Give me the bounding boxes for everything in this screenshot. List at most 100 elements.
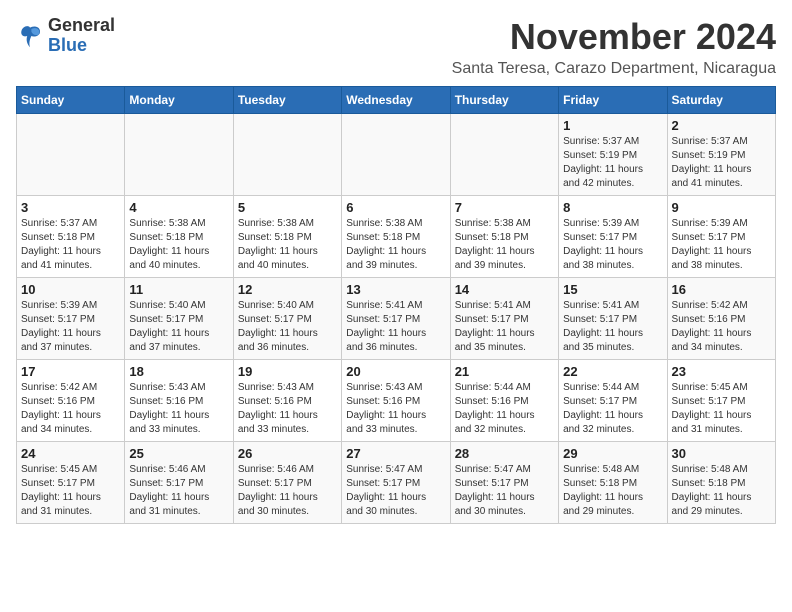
- day-number: 3: [21, 200, 120, 215]
- day-number: 2: [672, 118, 771, 133]
- day-info: Sunrise: 5:43 AM Sunset: 5:16 PM Dayligh…: [129, 381, 228, 437]
- calendar-cell: [17, 114, 125, 196]
- day-number: 14: [455, 282, 554, 297]
- title-section: November 2024 Santa Teresa, Carazo Depar…: [452, 16, 776, 78]
- day-info: Sunrise: 5:39 AM Sunset: 5:17 PM Dayligh…: [563, 217, 662, 273]
- day-info: Sunrise: 5:47 AM Sunset: 5:17 PM Dayligh…: [455, 463, 554, 519]
- day-number: 6: [346, 200, 445, 215]
- calendar-cell: 29 Sunrise: 5:48 AM Sunset: 5:18 PM Dayli…: [559, 442, 667, 524]
- month-title: November 2024: [452, 16, 776, 58]
- day-info: Sunrise: 5:44 AM Sunset: 5:17 PM Dayligh…: [563, 381, 662, 437]
- calendar-cell: 14 Sunrise: 5:41 AM Sunset: 5:17 PM Dayli…: [450, 278, 558, 360]
- calendar-cell: 17Sunrise: 5:42 AM Sunset: 5:16 PM Dayli…: [17, 360, 125, 442]
- day-number: 24: [21, 446, 120, 461]
- day-info: Sunrise: 5:41 AM Sunset: 5:17 PM Dayligh…: [455, 299, 554, 355]
- day-number: 25: [129, 446, 228, 461]
- day-info: Sunrise: 5:41 AM Sunset: 5:17 PM Dayligh…: [563, 299, 662, 355]
- day-info: Sunrise: 5:46 AM Sunset: 5:17 PM Dayligh…: [129, 463, 228, 519]
- day-number: 17: [21, 364, 120, 379]
- day-number: 11: [129, 282, 228, 297]
- weekday-header-sunday: Sunday: [17, 87, 125, 114]
- weekday-header-wednesday: Wednesday: [342, 87, 450, 114]
- day-number: 20: [346, 364, 445, 379]
- calendar-cell: 3 Sunrise: 5:37 AM Sunset: 5:18 PM Daylig…: [17, 196, 125, 278]
- weekday-header-friday: Friday: [559, 87, 667, 114]
- day-number: 7: [455, 200, 554, 215]
- calendar-cell: 24 Sunrise: 5:45 AM Sunset: 5:17 PM Dayli…: [17, 442, 125, 524]
- calendar-week-row: 17Sunrise: 5:42 AM Sunset: 5:16 PM Dayli…: [17, 360, 776, 442]
- day-number: 27: [346, 446, 445, 461]
- day-number: 28: [455, 446, 554, 461]
- day-info: Sunrise: 5:37 AM Sunset: 5:18 PM Dayligh…: [21, 217, 120, 273]
- day-info: Sunrise: 5:41 AM Sunset: 5:17 PM Dayligh…: [346, 299, 445, 355]
- day-number: 23: [672, 364, 771, 379]
- day-info: Sunrise: 5:38 AM Sunset: 5:18 PM Dayligh…: [455, 217, 554, 273]
- calendar-cell: 26Sunrise: 5:46 AM Sunset: 5:17 PM Dayli…: [233, 442, 341, 524]
- day-info: Sunrise: 5:38 AM Sunset: 5:18 PM Dayligh…: [129, 217, 228, 273]
- calendar-cell: 8 Sunrise: 5:39 AM Sunset: 5:17 PM Daylig…: [559, 196, 667, 278]
- logo-bird-icon: [16, 22, 44, 50]
- day-number: 30: [672, 446, 771, 461]
- day-number: 4: [129, 200, 228, 215]
- calendar-cell: [125, 114, 233, 196]
- calendar-cell: 10Sunrise: 5:39 AM Sunset: 5:17 PM Dayli…: [17, 278, 125, 360]
- day-number: 5: [238, 200, 337, 215]
- calendar-cell: 19 Sunrise: 5:43 AM Sunset: 5:16 PM Dayli…: [233, 360, 341, 442]
- day-number: 16: [672, 282, 771, 297]
- day-number: 18: [129, 364, 228, 379]
- calendar-cell: [233, 114, 341, 196]
- logo: General Blue: [16, 16, 115, 56]
- calendar-cell: [342, 114, 450, 196]
- calendar-cell: 22Sunrise: 5:44 AM Sunset: 5:17 PM Dayli…: [559, 360, 667, 442]
- day-info: Sunrise: 5:38 AM Sunset: 5:18 PM Dayligh…: [346, 217, 445, 273]
- calendar-cell: 6 Sunrise: 5:38 AM Sunset: 5:18 PM Daylig…: [342, 196, 450, 278]
- weekday-header-monday: Monday: [125, 87, 233, 114]
- weekday-header-row: SundayMondayTuesdayWednesdayThursdayFrid…: [17, 87, 776, 114]
- header: General Blue November 2024 Santa Teresa,…: [16, 16, 776, 78]
- day-info: Sunrise: 5:47 AM Sunset: 5:17 PM Dayligh…: [346, 463, 445, 519]
- day-info: Sunrise: 5:48 AM Sunset: 5:18 PM Dayligh…: [672, 463, 771, 519]
- calendar-cell: 4 Sunrise: 5:38 AM Sunset: 5:18 PM Daylig…: [125, 196, 233, 278]
- calendar-week-row: 24 Sunrise: 5:45 AM Sunset: 5:17 PM Dayli…: [17, 442, 776, 524]
- day-info: Sunrise: 5:43 AM Sunset: 5:16 PM Dayligh…: [346, 381, 445, 437]
- weekday-header-tuesday: Tuesday: [233, 87, 341, 114]
- calendar-cell: 1Sunrise: 5:37 AM Sunset: 5:19 PM Daylig…: [559, 114, 667, 196]
- logo-text: General Blue: [48, 16, 115, 56]
- day-info: Sunrise: 5:37 AM Sunset: 5:19 PM Dayligh…: [672, 135, 771, 191]
- day-number: 26: [238, 446, 337, 461]
- day-info: Sunrise: 5:38 AM Sunset: 5:18 PM Dayligh…: [238, 217, 337, 273]
- calendar-cell: 12Sunrise: 5:40 AM Sunset: 5:17 PM Dayli…: [233, 278, 341, 360]
- calendar-cell: 25 Sunrise: 5:46 AM Sunset: 5:17 PM Dayli…: [125, 442, 233, 524]
- day-number: 1: [563, 118, 662, 133]
- calendar-cell: 11 Sunrise: 5:40 AM Sunset: 5:17 PM Dayli…: [125, 278, 233, 360]
- calendar-cell: 27 Sunrise: 5:47 AM Sunset: 5:17 PM Dayli…: [342, 442, 450, 524]
- weekday-header-thursday: Thursday: [450, 87, 558, 114]
- day-info: Sunrise: 5:39 AM Sunset: 5:17 PM Dayligh…: [21, 299, 120, 355]
- calendar-week-row: 3 Sunrise: 5:37 AM Sunset: 5:18 PM Daylig…: [17, 196, 776, 278]
- location-subtitle: Santa Teresa, Carazo Department, Nicarag…: [452, 60, 776, 78]
- calendar-cell: 5 Sunrise: 5:38 AM Sunset: 5:18 PM Daylig…: [233, 196, 341, 278]
- day-info: Sunrise: 5:42 AM Sunset: 5:16 PM Dayligh…: [672, 299, 771, 355]
- day-info: Sunrise: 5:45 AM Sunset: 5:17 PM Dayligh…: [21, 463, 120, 519]
- day-number: 19: [238, 364, 337, 379]
- calendar-week-row: 1 Sunrise: 5:37 AM Sunset: 5:19 PM Daylig…: [17, 114, 776, 196]
- calendar-cell: 20 Sunrise: 5:43 AM Sunset: 5:16 PM Dayli…: [342, 360, 450, 442]
- day-info: Sunrise: 5:40 AM Sunset: 5:17 PM Dayligh…: [129, 299, 228, 355]
- day-info: Sunrise: 5:40 AM Sunset: 5:17 PM Dayligh…: [238, 299, 337, 355]
- day-number: 15: [563, 282, 662, 297]
- calendar-cell: 13Sunrise: 5:41 AM Sunset: 5:17 PM Dayli…: [342, 278, 450, 360]
- calendar-cell: 2 Sunrise: 5:37 AM Sunset: 5:19 PM Daylig…: [667, 114, 775, 196]
- day-number: 29: [563, 446, 662, 461]
- calendar-cell: 23Sunrise: 5:45 AM Sunset: 5:17 PM Dayli…: [667, 360, 775, 442]
- calendar-cell: 30 Sunrise: 5:48 AM Sunset: 5:18 PM Dayli…: [667, 442, 775, 524]
- calendar-cell: 9Sunrise: 5:39 AM Sunset: 5:17 PM Daylig…: [667, 196, 775, 278]
- calendar-cell: 21Sunrise: 5:44 AM Sunset: 5:16 PM Dayli…: [450, 360, 558, 442]
- calendar-table: SundayMondayTuesdayWednesdayThursdayFrid…: [16, 86, 776, 524]
- day-info: Sunrise: 5:44 AM Sunset: 5:16 PM Dayligh…: [455, 381, 554, 437]
- day-info: Sunrise: 5:39 AM Sunset: 5:17 PM Dayligh…: [672, 217, 771, 273]
- day-number: 8: [563, 200, 662, 215]
- calendar-cell: 7 Sunrise: 5:38 AM Sunset: 5:18 PM Daylig…: [450, 196, 558, 278]
- day-info: Sunrise: 5:48 AM Sunset: 5:18 PM Dayligh…: [563, 463, 662, 519]
- calendar-cell: [450, 114, 558, 196]
- day-info: Sunrise: 5:43 AM Sunset: 5:16 PM Dayligh…: [238, 381, 337, 437]
